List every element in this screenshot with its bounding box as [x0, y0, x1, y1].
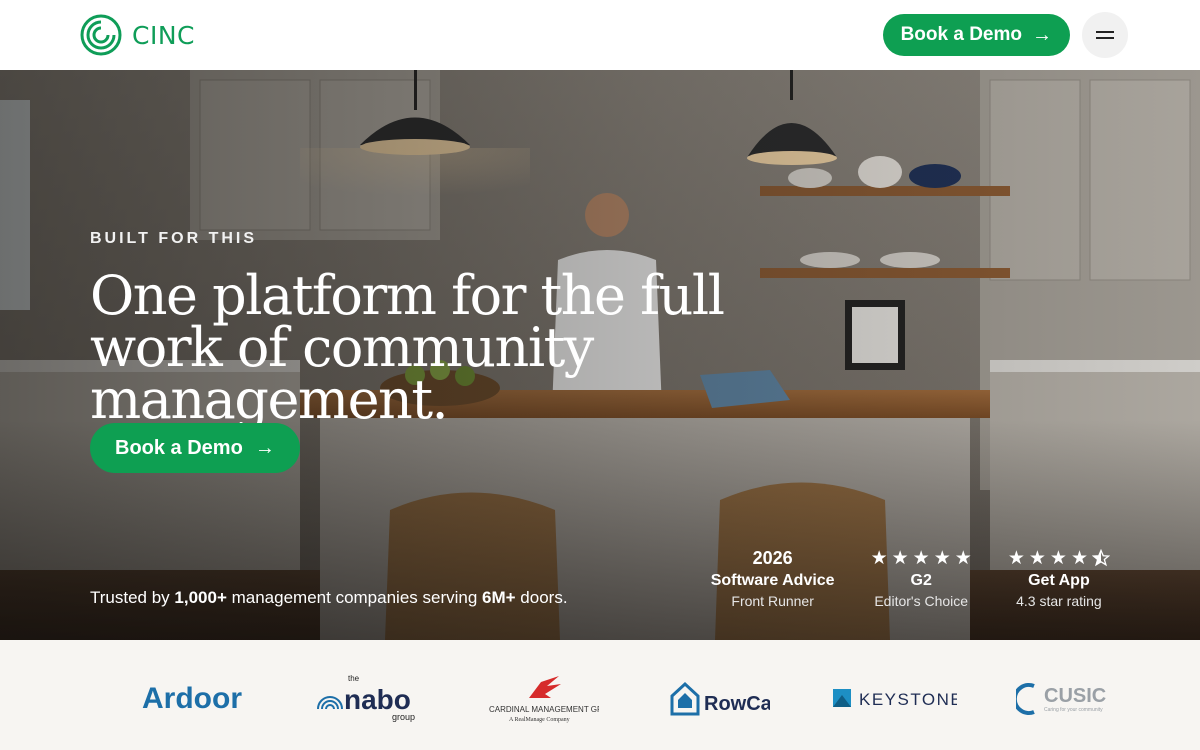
svg-text:KEYSTONE: KEYSTONE — [859, 690, 957, 709]
logo-ardoor: Ardoor — [142, 670, 244, 726]
arrow-right-icon: → — [254, 437, 275, 459]
hamburger-icon — [1096, 31, 1114, 39]
svg-text:CARDINAL MANAGEMENT GROUP: CARDINAL MANAGEMENT GROUP — [489, 705, 599, 714]
logo-cusic: CUSIC Caring for your community — [1016, 670, 1108, 726]
svg-text:group: group — [392, 712, 415, 722]
award-title: Get App — [1028, 572, 1090, 589]
brand-name: CINC — [132, 20, 195, 50]
star-icon: ★ — [1070, 547, 1088, 569]
book-demo-hero-button[interactable]: Book a Demo → — [90, 423, 300, 473]
book-demo-hero-label: Book a Demo — [115, 436, 243, 459]
star-icon: ★ — [912, 547, 930, 569]
logo-nabo-group: the nabo group — [316, 670, 420, 726]
award-title: Software Advice — [710, 572, 835, 589]
star-icon: ★ — [1007, 547, 1025, 569]
hero-section: BUILT FOR THIS One platform for the full… — [0, 70, 1200, 640]
top-nav: CINC Book a Demo → — [0, 0, 1200, 70]
trusted-statement: Trusted by 1,000+ management companies s… — [90, 588, 568, 607]
svg-text:Ardoor: Ardoor — [142, 682, 242, 715]
svg-text:Caring for your community: Caring for your community — [1044, 707, 1103, 713]
awards-row: 2026 Software Advice Front Runner ★ ★ ★ … — [711, 546, 1110, 609]
svg-text:the: the — [348, 674, 360, 683]
svg-text:CUSIC: CUSIC — [1044, 685, 1106, 707]
star-icon: ★ — [954, 547, 972, 569]
award-subtitle: 4.3 star rating — [1016, 593, 1102, 609]
svg-text:RowCal: RowCal — [704, 693, 770, 715]
star-icon: ★ — [870, 547, 888, 569]
star-icon: ★ — [1028, 547, 1046, 569]
award-software-advice: 2026 Software Advice Front Runner — [710, 546, 835, 610]
trusted-doors-count: 6M+ — [482, 588, 516, 607]
svg-text:nabo: nabo — [344, 684, 411, 715]
star-icon: ★ — [1049, 547, 1067, 569]
star-icon: ★ — [933, 547, 951, 569]
brand-logo[interactable]: CINC — [80, 14, 195, 56]
logo-rowcal: RowCal — [670, 670, 770, 726]
star-rating: ★ ★ ★ ★ — [1008, 546, 1110, 570]
logo-cardinal-management-group: CARDINAL MANAGEMENT GROUP A RealManage C… — [489, 670, 599, 726]
book-demo-nav-button[interactable]: Book a Demo → — [882, 14, 1070, 56]
arrow-right-icon: → — [1032, 24, 1052, 46]
trusted-companies-count: 1,000+ — [174, 588, 227, 607]
hero-eyebrow: BUILT FOR THIS — [90, 230, 258, 247]
client-logos-strip: Ardoor the nabo group CARDINAL MANAGEMEN… — [0, 640, 1200, 750]
half-star-icon — [1092, 549, 1110, 567]
award-subtitle: Front Runner — [731, 593, 814, 609]
award-title: G2 — [910, 572, 932, 589]
cinc-logo-icon — [80, 14, 122, 56]
award-g2: ★ ★ ★ ★ ★ G2 Editor's Choice — [871, 546, 972, 610]
svg-text:A RealManage Company: A RealManage Company — [509, 717, 570, 723]
hero-headline: One platform for the full work of commun… — [90, 264, 725, 431]
award-getapp: ★ ★ ★ ★ Get App 4.3 star rating — [1008, 546, 1110, 609]
award-subtitle: Editor's Choice — [874, 593, 969, 609]
logo-keystone: KEYSTONE — [833, 670, 957, 726]
star-icon: ★ — [891, 547, 909, 569]
book-demo-nav-label: Book a Demo — [900, 24, 1022, 45]
star-rating: ★ ★ ★ ★ ★ — [871, 546, 972, 570]
menu-button[interactable] — [1082, 12, 1128, 58]
award-year: 2026 — [752, 547, 793, 568]
